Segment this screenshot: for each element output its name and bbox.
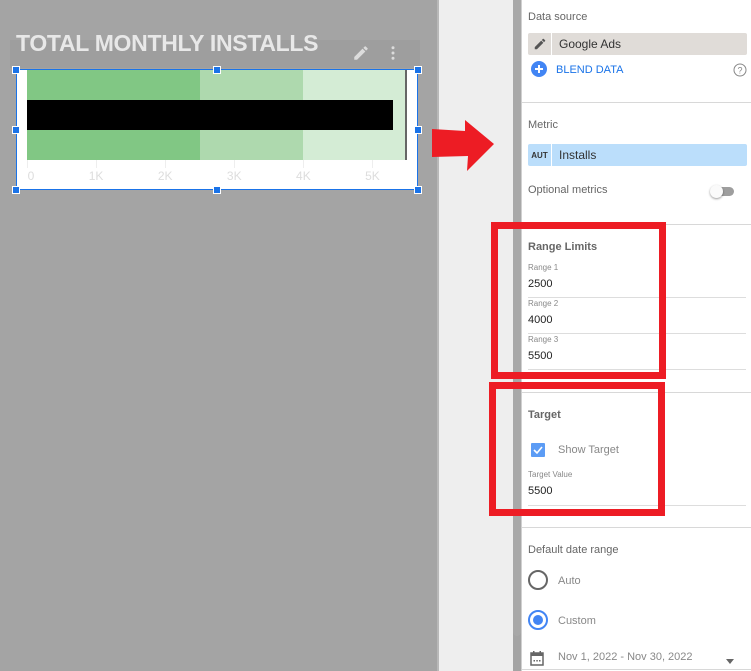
pencil-icon[interactable] <box>528 33 552 55</box>
resize-handle-bottom-right[interactable] <box>414 186 422 194</box>
axis-tick-label: 0 <box>27 169 35 183</box>
metric-field-name: Installs <box>559 148 597 162</box>
axis-tick-label: 2K <box>157 169 173 183</box>
radio-custom[interactable] <box>528 610 548 630</box>
report-canvas: TOTAL MONTHLY INSTALLS 0 1K 2K 3K 4K 5K <box>0 0 437 671</box>
chart-title[interactable]: TOTAL MONTHLY INSTALLS <box>16 30 319 57</box>
axis-tick <box>96 160 98 168</box>
axis-tick-label: 4K <box>296 169 311 183</box>
annotation-arrow-icon <box>432 120 494 171</box>
axis-tick <box>165 160 167 168</box>
calendar-icon <box>530 650 544 671</box>
chevron-down-icon[interactable] <box>726 652 734 670</box>
target-marker <box>405 70 407 160</box>
optional-metrics-toggle[interactable] <box>710 185 736 198</box>
help-icon[interactable]: ? <box>733 63 747 82</box>
resize-handle-top-right[interactable] <box>414 66 422 74</box>
resize-handle-bottom[interactable] <box>213 186 221 194</box>
data-source-name: Google Ads <box>559 37 622 51</box>
axis-tick <box>234 160 236 168</box>
annotation-box-range-limits <box>491 222 666 379</box>
optional-metrics-label: Optional metrics <box>528 184 608 196</box>
date-range-title: Default date range <box>528 544 619 556</box>
divider <box>522 527 751 528</box>
resize-handle-top[interactable] <box>213 66 221 74</box>
bullet-chart[interactable]: 0 1K 2K 3K 4K 5K <box>16 69 418 190</box>
resize-handle-top-left[interactable] <box>12 66 20 74</box>
more-vert-icon[interactable] <box>384 44 402 66</box>
divider <box>522 669 751 670</box>
metric-title: Metric <box>528 119 558 131</box>
radio-auto-label: Auto <box>558 575 581 587</box>
data-source-chip[interactable]: Google Ads <box>528 33 747 55</box>
plot-area: 0 1K 2K 3K 4K 5K <box>27 70 407 183</box>
annotation-box-target <box>489 382 665 516</box>
custom-date-range-select[interactable]: Nov 1, 2022 - Nov 30, 2022 <box>558 651 693 663</box>
axis-tick-label: 1K <box>88 169 104 183</box>
metric-type-badge: AUT <box>528 144 552 166</box>
axis-tick-label: 5K <box>365 169 380 183</box>
axis-tick <box>27 160 28 168</box>
radio-custom-label: Custom <box>558 615 596 627</box>
resize-handle-left[interactable] <box>12 126 20 134</box>
actual-value-bar <box>27 100 394 130</box>
axis-tick <box>372 160 374 168</box>
divider <box>522 102 751 103</box>
resize-handle-right[interactable] <box>414 126 422 134</box>
pencil-icon[interactable] <box>352 44 370 66</box>
radio-auto[interactable] <box>528 570 548 590</box>
data-source-title: Data source <box>528 11 588 23</box>
axis-tick-label: 3K <box>226 169 242 183</box>
blend-data-button[interactable]: BLEND DATA <box>556 64 623 76</box>
axis-tick <box>303 160 305 168</box>
add-circle-icon[interactable] <box>531 61 547 82</box>
metric-chip[interactable]: AUT Installs <box>528 144 747 166</box>
resize-handle-bottom-left[interactable] <box>12 186 20 194</box>
svg-text:?: ? <box>737 66 742 76</box>
